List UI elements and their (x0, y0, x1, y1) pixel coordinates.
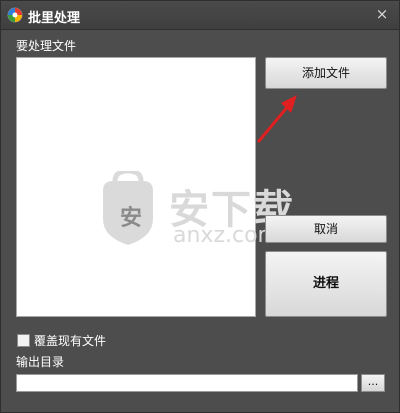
browse-button[interactable]: ... (361, 374, 385, 392)
title-bar: 批里处理 × (1, 1, 399, 30)
process-button[interactable]: 进程 (265, 251, 387, 317)
cancel-button[interactable]: 取消 (265, 215, 387, 243)
overwrite-label: 覆盖现有文件 (34, 334, 107, 348)
output-directory-label: 输出目录 (16, 355, 65, 369)
red-arrow-icon (257, 95, 297, 143)
output-directory-input[interactable] (16, 374, 358, 392)
add-file-button[interactable]: 添加文件 (265, 57, 387, 89)
batch-processing-window: 批里处理 × 要处理文件 安 安下载 anxz.com 添加文件 取消 进程 覆… (0, 0, 400, 413)
app-logo-icon (7, 7, 23, 23)
files-to-process-label: 要处理文件 (16, 39, 77, 53)
watermark-domain: anxz.com (173, 223, 279, 248)
watermark-shield-char: 安 (120, 206, 143, 231)
overwrite-checkbox[interactable] (17, 334, 30, 347)
close-icon[interactable]: × (373, 5, 391, 23)
window-title: 批里处理 (28, 11, 81, 26)
